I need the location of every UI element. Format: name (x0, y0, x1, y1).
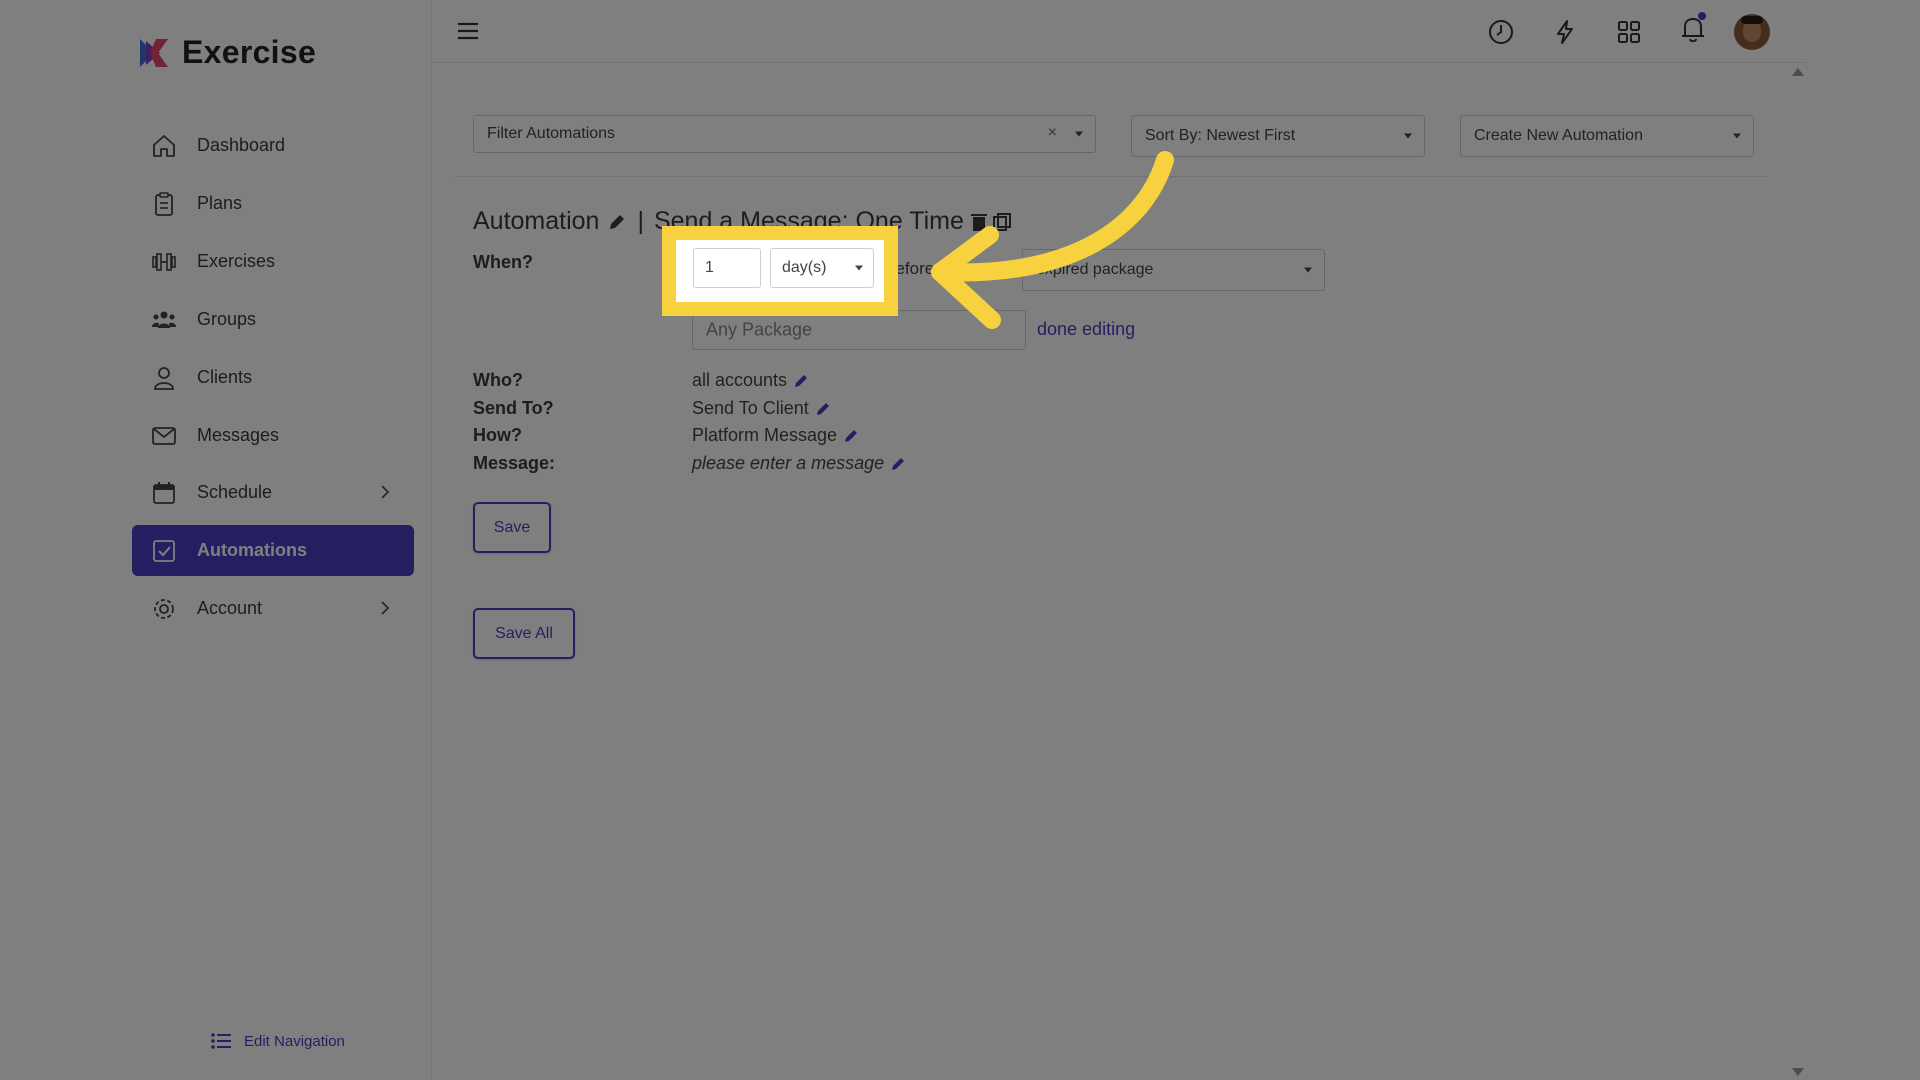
logo-icon (140, 38, 168, 67)
sidebar-item-label: Dashboard (197, 135, 286, 155)
pencil-icon[interactable] (890, 456, 906, 472)
save-button[interactable]: Save (473, 502, 551, 553)
avatar[interactable] (1734, 14, 1770, 50)
when-label: When? (473, 252, 533, 272)
create-label: Create New Automation (1474, 127, 1643, 144)
bell-icon[interactable] (1679, 10, 1707, 46)
send-to-label: Send To? (473, 398, 554, 418)
sidebar-item-groups[interactable]: Groups (132, 294, 414, 345)
chevron-down-icon (1404, 133, 1412, 139)
package-placeholder: Any Package (706, 319, 813, 340)
avatar-hair (1741, 16, 1763, 24)
who-label: Who? (473, 370, 523, 390)
home-icon (153, 135, 175, 157)
scroll-down-arrow[interactable] (1792, 1068, 1804, 1076)
message-value: please enter a message (692, 453, 885, 473)
filter-placeholder: Filter Automations (487, 125, 616, 142)
sidebar-item-label: Account (197, 598, 263, 618)
scroll-up-arrow[interactable] (1792, 68, 1804, 76)
save-all-button[interactable]: Save All (473, 608, 575, 659)
sidebar-item-label: Exercises (197, 251, 276, 271)
envelope-icon (152, 427, 176, 445)
chevron-down-icon (1733, 133, 1741, 139)
menu-icon[interactable] (456, 20, 480, 42)
sidebar: Exercise Dashboard Plans Exercises Group… (114, 0, 432, 1080)
who-value-row: all accounts (692, 370, 809, 391)
sidebar-item-label: Groups (197, 309, 257, 329)
lightning-icon[interactable] (1551, 18, 1579, 46)
calendar-icon (153, 482, 175, 504)
edit-navigation-label: Edit Navigation (244, 1032, 345, 1050)
sidebar-item-clients[interactable]: Clients (132, 352, 414, 403)
sidebar-item-label: Clients (197, 367, 253, 387)
how-value: Platform Message (692, 425, 838, 445)
pencil-icon[interactable] (843, 428, 859, 444)
chevron-right-icon (381, 485, 390, 499)
sidebar-item-label: Schedule (197, 482, 273, 502)
sidebar-item-label: Plans (197, 193, 243, 213)
pencil-icon[interactable] (815, 401, 831, 417)
app-name: Exercise (182, 34, 317, 70)
chevron-right-icon (381, 601, 390, 615)
clock-icon[interactable] (1487, 18, 1515, 46)
checkbox-icon (153, 540, 175, 562)
edit-navigation-link[interactable]: Edit Navigation (210, 1031, 345, 1051)
dumbbell-icon (152, 253, 176, 271)
message-label: Message: (473, 453, 556, 473)
send-to-value-row: Send To Client (692, 398, 831, 419)
who-value: all accounts (692, 370, 788, 390)
list-icon (211, 1033, 231, 1049)
chevron-down-icon (1304, 267, 1312, 273)
title-separator: | (637, 207, 644, 235)
chevron-down-icon[interactable] (1075, 131, 1083, 137)
automation-title-prefix: Automation (473, 207, 600, 235)
sidebar-item-label: Messages (197, 425, 280, 445)
how-value-row: Platform Message (692, 425, 859, 446)
clipboard-icon (155, 192, 173, 216)
message-value-row: please enter a message (692, 453, 906, 474)
pointer-arrow-icon (931, 151, 1174, 329)
how-label: How? (473, 425, 522, 445)
sidebar-item-messages[interactable]: Messages (132, 410, 414, 461)
person-icon (154, 367, 174, 390)
pencil-icon[interactable] (793, 373, 809, 389)
sidebar-item-account[interactable]: Account (132, 583, 414, 634)
create-automation-select[interactable]: Create New Automation (1460, 115, 1754, 157)
send-to-value: Send To Client (692, 398, 809, 418)
sidebar-item-exercises[interactable]: Exercises (132, 236, 414, 287)
pencil-icon[interactable] (607, 212, 627, 232)
sidebar-item-automations[interactable]: Automations (132, 525, 414, 576)
sidebar-item-schedule[interactable]: Schedule (132, 467, 414, 518)
sidebar-item-label: Automations (197, 540, 307, 560)
sidebar-item-plans[interactable]: Plans (132, 178, 414, 229)
sidebar-item-dashboard[interactable]: Dashboard (132, 120, 414, 171)
apps-grid-icon[interactable] (1615, 18, 1643, 46)
app-logo[interactable]: Exercise (136, 34, 316, 71)
group-icon (152, 311, 176, 328)
topbar (432, 0, 1806, 63)
gear-icon (154, 599, 174, 619)
highlight-frame (662, 226, 898, 316)
